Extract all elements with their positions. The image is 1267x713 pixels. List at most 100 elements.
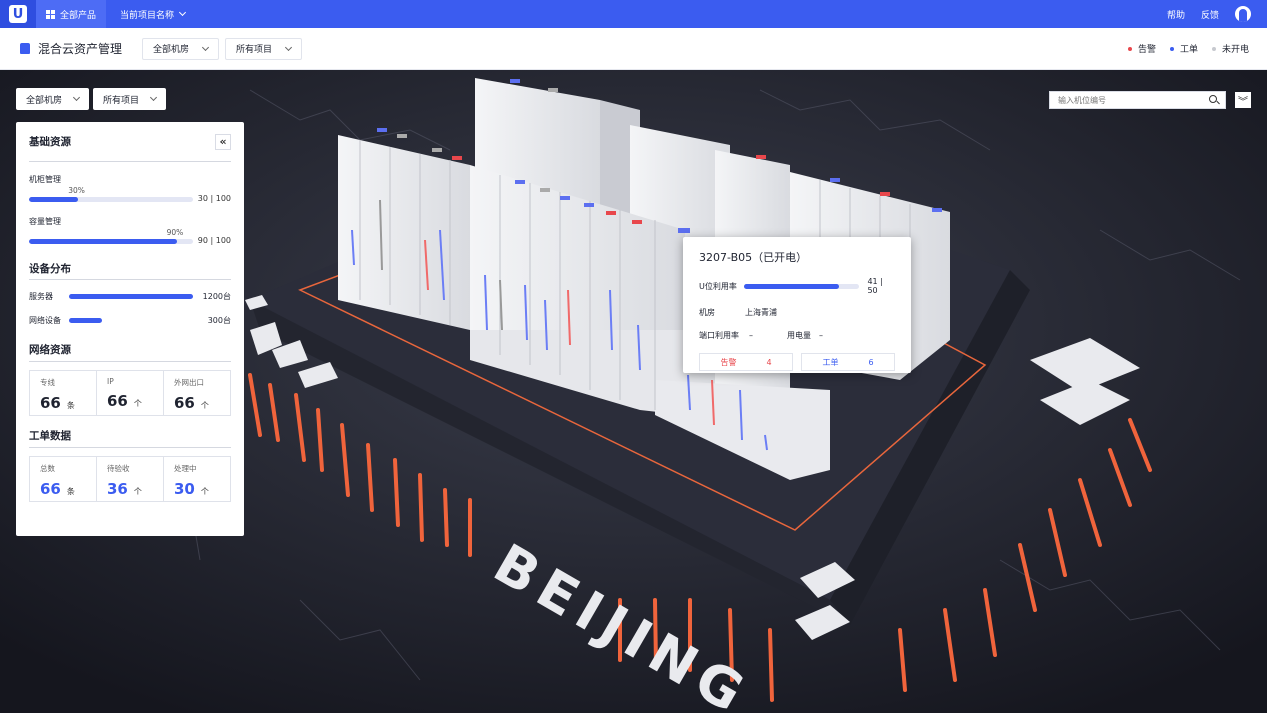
alarm-button[interactable]: 告警 4 (699, 353, 793, 371)
stat-egress: 外网出口 66 个 (163, 371, 230, 415)
bar-value: 30 | 100 (197, 194, 231, 203)
stat-label: 外网出口 (174, 378, 204, 387)
scene-room-value: 全部机房 (26, 95, 63, 106)
u-usage-row: U位利用率 41 | 50 (699, 277, 895, 295)
page-title: 混合云资产管理 (38, 42, 123, 56)
all-products-menu[interactable]: 全部产品 (36, 0, 107, 28)
room-row: 机房 上海青浦 (699, 307, 895, 318)
room-select-value: 全部机房 (153, 45, 190, 55)
resource-panel: 基础资源 « 机柜管理 30% 30 | 100 容量管理 90% 90 | 1… (16, 122, 244, 536)
stat-label: IP (107, 377, 114, 386)
power-label: 用电量 (787, 331, 811, 340)
grid-icon (46, 9, 55, 19)
status-legend: 告警 工单 未开电 (1127, 42, 1267, 55)
stat-unit: 条 (66, 487, 75, 496)
stat-lines: 专线 66 条 (30, 371, 96, 415)
stat-label: 总数 (40, 464, 55, 473)
bar-percent: 90% (166, 228, 184, 237)
cabinet-usage: 机柜管理 30% 30 | 100 (29, 174, 231, 216)
dist-bar (69, 293, 193, 299)
room-label: 机房 (699, 308, 715, 317)
stat-processing: 处理中 30 个 (163, 457, 230, 501)
u-usage-fill (744, 283, 839, 289)
ticket-stats: 总数 66 条 待验收 36 个 处理中 30 个 (29, 456, 231, 502)
rack-search (1049, 91, 1226, 109)
power-value: – (819, 331, 823, 340)
alarm-dot-icon (1127, 46, 1132, 51)
dist-row-network: 网络设备 300台 (29, 308, 231, 332)
stat-label: 处理中 (174, 464, 197, 473)
stat-value: 66 (174, 394, 195, 412)
room-select[interactable]: 全部机房 (142, 37, 220, 60)
ticket-count: 6 (868, 357, 874, 367)
network-resources-header: 网络资源 (29, 338, 231, 362)
stat-value: 66 (40, 394, 61, 412)
room-value: 上海青浦 (745, 308, 777, 317)
chevron-down-icon (149, 93, 158, 102)
u-usage-value: 41 | 50 (867, 277, 883, 295)
progress-track (29, 197, 193, 202)
chevron-down-icon (178, 8, 187, 17)
database-icon (20, 43, 30, 54)
help-link[interactable]: 帮助 (1167, 8, 1185, 21)
collapse-panel-button[interactable]: « (215, 133, 231, 150)
capacity-usage: 容量管理 90% 90 | 100 (29, 216, 231, 258)
chevron-down-icon (201, 43, 210, 51)
stat-ip: IP 66 个 (96, 371, 163, 415)
section-title: 网络资源 (29, 344, 71, 356)
dist-label: 网络设备 (29, 315, 61, 325)
progress-track (29, 239, 193, 244)
logo-mark: U (9, 5, 27, 23)
stat-unit: 个 (200, 401, 209, 410)
off-dot-icon (1211, 46, 1216, 51)
stat-value: 36 (107, 480, 128, 498)
logo[interactable]: U (0, 0, 36, 28)
port-value: – (749, 331, 753, 340)
stat-unit: 个 (133, 399, 142, 408)
bar-label: 机柜管理 (29, 175, 61, 184)
project-select[interactable]: 所有项目 (225, 37, 303, 60)
progress-fill (29, 197, 79, 202)
legend-ticket: 工单 (1169, 42, 1198, 55)
stat-label: 专线 (40, 378, 55, 387)
alarm-count: 4 (766, 357, 772, 367)
chevron-down-icon (72, 93, 81, 102)
ticket-button[interactable]: 工单 6 (801, 353, 895, 371)
dist-value: 300台 (207, 315, 231, 325)
legend-off: 未开电 (1211, 42, 1249, 55)
stat-unit: 个 (133, 487, 142, 496)
dist-row-servers: 服务器 1200台 (29, 284, 231, 308)
u-usage-track (744, 283, 860, 289)
bar-value: 90 | 100 (197, 236, 231, 245)
progress-fill (29, 239, 177, 244)
stat-value: 66 (107, 392, 128, 410)
ticket-data-header: 工单数据 (29, 416, 231, 448)
port-power-row: 端口利用率 – 用电量 – (699, 330, 895, 341)
search-icon[interactable] (1207, 93, 1221, 107)
top-nav: U 全部产品 当前项目名称 帮助 反馈 (0, 0, 1267, 28)
stat-total: 总数 66 条 (30, 457, 96, 501)
scene-project-value: 所有项目 (103, 95, 140, 106)
bar-label: 容量管理 (29, 217, 61, 226)
basic-resources-header: 基础资源 « (29, 122, 231, 162)
scene-project-select[interactable]: 所有项目 (93, 88, 167, 110)
device-distribution-header: 设备分布 (29, 258, 231, 280)
legend-alarm: 告警 (1127, 42, 1156, 55)
scene-room-select[interactable]: 全部机房 (16, 88, 90, 110)
ticket-label: 工单 (822, 357, 839, 367)
network-stats: 专线 66 条 IP 66 个 外网出口 66 个 (29, 370, 231, 416)
feedback-link[interactable]: 反馈 (1201, 8, 1219, 21)
port-label: 端口利用率 (699, 331, 739, 340)
section-title: 工单数据 (29, 430, 71, 442)
rack-search-input[interactable] (1050, 95, 1207, 105)
double-chevron-down-icon[interactable]: ︾ (1235, 92, 1251, 108)
stat-unit: 个 (200, 487, 209, 496)
u-usage-label: U位利用率 (699, 281, 737, 291)
stat-pending: 待验收 36 个 (96, 457, 163, 501)
stat-unit: 条 (66, 401, 75, 410)
avatar[interactable] (1235, 6, 1251, 22)
bar-percent: 30% (68, 186, 85, 195)
ticket-dot-icon (1169, 46, 1174, 51)
stat-value: 66 (40, 480, 61, 498)
project-switcher[interactable]: 当前项目名称 (106, 8, 199, 21)
